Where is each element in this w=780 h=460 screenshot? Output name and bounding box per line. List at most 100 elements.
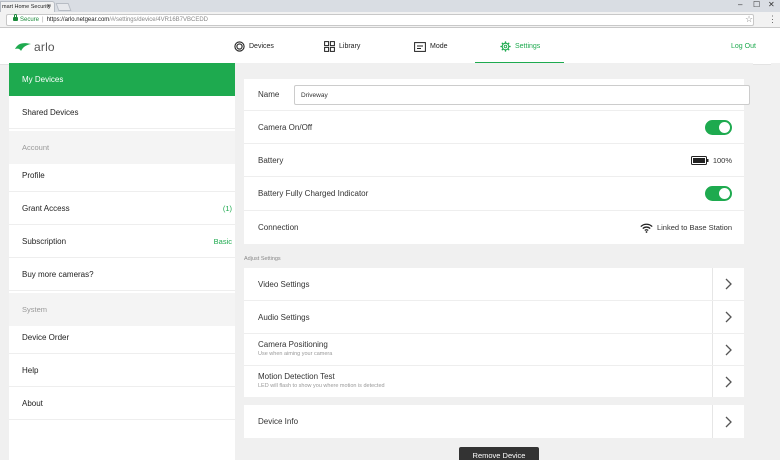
sidebar-item-device-order[interactable]: Device Order — [9, 321, 235, 354]
device-info-label: Device Info — [258, 417, 299, 426]
audio-settings-chevron[interactable] — [712, 301, 744, 333]
motion-test-description: LED will flash to show you where motion … — [258, 383, 385, 389]
close-tab-icon[interactable]: × — [47, 2, 51, 12]
app-header: arlo Devices Library Mode Settings Log O… — [0, 28, 780, 65]
nav-settings[interactable]: Settings — [500, 28, 540, 65]
charged-indicator-toggle[interactable] — [705, 186, 732, 201]
subscription-plan: Basic — [213, 236, 232, 246]
sidebar-item-grant-access[interactable]: Grant Access (1) — [9, 192, 235, 225]
nav-devices[interactable]: Devices — [234, 28, 274, 65]
secure-label: Secure — [20, 17, 40, 23]
battery-label: Battery — [258, 155, 284, 165]
browser-menu-icon[interactable]: ⋮ — [768, 13, 777, 25]
sidebar-item-label: Profile — [22, 170, 45, 180]
connection-row: Connection Linked to Base Station — [244, 211, 744, 244]
browser-tab-title: mart Home Security — [2, 4, 51, 10]
section-header: System — [22, 305, 48, 314]
address-bar: Secure | https://arlo.netgear.com/#/settin… — [0, 12, 780, 28]
nav-devices-label: Devices — [249, 43, 274, 50]
url-separator: | — [42, 17, 44, 23]
nav-library-label: Library — [339, 43, 361, 50]
sidebar-item-my-devices[interactable]: My Devices — [9, 63, 235, 96]
section-header: Account — [22, 143, 50, 152]
video-settings-row[interactable]: Video Settings — [244, 268, 744, 301]
device-info-card: Device Info — [244, 405, 744, 438]
sidebar-item-subscription[interactable]: Subscription Basic — [9, 225, 235, 258]
camera-positioning-label: Camera Positioning — [258, 340, 328, 349]
device-info-chevron[interactable] — [712, 405, 744, 438]
browser-tab[interactable]: mart Home Security × — [0, 1, 55, 12]
sidebar-item-label: Subscription — [22, 236, 67, 246]
logout-link[interactable]: Log Out — [731, 28, 756, 65]
sidebar-item-help[interactable]: Help — [9, 354, 235, 387]
chevron-right-icon — [725, 416, 732, 427]
url-host: https://arlo.netgear.com — [46, 17, 110, 23]
lock-icon — [13, 14, 18, 21]
arlo-bird-icon — [15, 43, 31, 51]
audio-settings-row[interactable]: Audio Settings — [244, 301, 744, 334]
battery-percent: 100% — [712, 155, 732, 165]
nav-settings-label: Settings — [515, 43, 541, 50]
nav-mode[interactable]: Mode — [414, 28, 448, 65]
camera-positioning-chevron[interactable] — [712, 334, 744, 365]
battery-status: 100% — [690, 144, 732, 176]
device-settings-panel: Name Camera On/Off Battery 100% Battery … — [235, 63, 753, 460]
device-info-row[interactable]: Device Info — [244, 405, 744, 438]
charged-indicator-label: Battery Fully Charged Indicator — [258, 189, 369, 198]
nav-library[interactable]: Library — [324, 28, 360, 65]
camera-positioning-row[interactable]: Camera Positioning Use when aiming your … — [244, 334, 744, 366]
maximize-icon[interactable]: ☐ — [753, 0, 760, 10]
sidebar-item-profile[interactable]: Profile — [9, 159, 235, 192]
sidebar: My Devices Shared Devices Account Profil… — [9, 63, 235, 460]
chevron-right-icon — [725, 278, 732, 290]
camera-positioning-description: Use when aiming your camera — [258, 351, 333, 357]
sidebar-item-about[interactable]: About — [9, 387, 235, 420]
chevron-right-icon — [725, 311, 732, 323]
adjust-settings-heading: Adjust Settings — [244, 256, 281, 262]
chevron-right-icon — [725, 376, 732, 387]
battery-icon — [690, 155, 709, 165]
sidebar-item-label: My Devices — [22, 75, 64, 84]
camera-onoff-row: Camera On/Off — [244, 111, 744, 144]
chevron-right-icon — [725, 344, 732, 355]
gear-icon — [500, 41, 511, 52]
device-name-input[interactable] — [294, 85, 750, 105]
charged-indicator-row: Battery Fully Charged Indicator — [244, 177, 744, 211]
motion-test-row[interactable]: Motion Detection Test LED will flash to … — [244, 366, 744, 397]
camera-onoff-toggle[interactable] — [705, 120, 732, 135]
devices-icon — [234, 41, 245, 52]
new-tab-button[interactable] — [55, 3, 72, 11]
remove-device-button[interactable]: Remove Device — [459, 447, 539, 460]
camera-onoff-label: Camera On/Off — [258, 122, 313, 132]
sidebar-item-shared-devices[interactable]: Shared Devices — [9, 96, 235, 129]
motion-test-label: Motion Detection Test — [258, 372, 335, 381]
battery-row: Battery 100% — [244, 144, 744, 177]
device-card: Name Camera On/Off Battery 100% Battery … — [244, 79, 750, 244]
video-settings-label: Video Settings — [258, 279, 310, 289]
connection-value: Linked to Base Station — [656, 223, 732, 232]
url-path: /#/settings/device/4VR16B7VBCEDD — [109, 17, 208, 23]
connection-label: Connection — [258, 223, 299, 232]
minimize-icon[interactable]: – — [738, 0, 742, 10]
video-settings-chevron[interactable] — [712, 268, 744, 300]
nav-mode-label: Mode — [430, 43, 448, 50]
grant-access-count: (1) — [222, 203, 232, 213]
motion-test-chevron[interactable] — [712, 366, 744, 397]
mode-icon — [414, 41, 426, 52]
page-scrollbar[interactable] — [771, 63, 780, 460]
name-row: Name — [244, 79, 750, 111]
sidebar-item-label: About — [22, 398, 43, 408]
sidebar-item-label: Device Order — [22, 332, 70, 342]
logo-text: arlo — [34, 40, 55, 54]
arlo-logo[interactable]: arlo — [14, 40, 55, 54]
name-label: Name — [258, 90, 280, 99]
browser-tab-bar: mart Home Security × – ☐ ✕ — [0, 0, 780, 12]
connection-status: Linked to Base Station — [640, 211, 732, 244]
sidebar-item-buy-cameras[interactable]: Buy more cameras? — [9, 258, 235, 291]
url-field[interactable]: Secure | https://arlo.netgear.com/#/settin… — [6, 14, 754, 26]
window-close-icon[interactable]: ✕ — [768, 0, 775, 10]
sidebar-item-label: Help — [22, 365, 39, 375]
sidebar-item-label: Buy more cameras? — [22, 269, 94, 279]
audio-settings-label: Audio Settings — [258, 312, 310, 322]
bookmark-star-icon[interactable]: ☆ — [745, 14, 753, 25]
